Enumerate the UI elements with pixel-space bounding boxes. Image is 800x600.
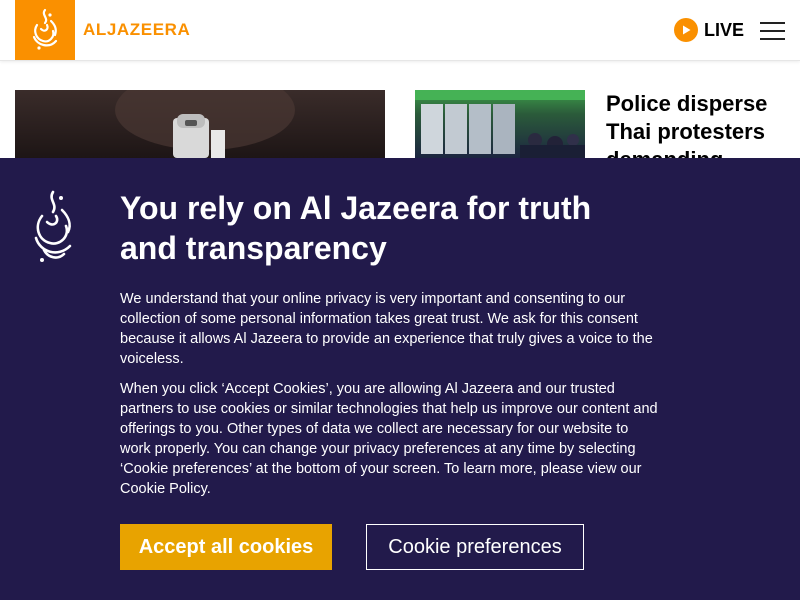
hamburger-menu-icon[interactable] (760, 20, 786, 40)
cookie-banner-paragraph-1: We understand that your online privacy i… (120, 291, 653, 367)
cookie-preferences-button[interactable]: Cookie preferences (366, 524, 584, 570)
cookie-banner-title: You rely on Al Jazeera for truth and tra… (120, 190, 592, 266)
live-button[interactable]: LIVE (674, 17, 744, 43)
logo-wordmark[interactable]: ALJAZEERA (83, 20, 190, 40)
play-icon (674, 18, 698, 42)
accept-all-cookies-button[interactable]: Accept all cookies (120, 524, 332, 570)
cookie-consent-banner: You rely on Al Jazeera for truth and tra… (0, 158, 800, 600)
aljazeera-logo-icon[interactable] (15, 0, 75, 60)
live-label: LIVE (704, 19, 745, 40)
cookie-banner-paragraph-2: When you click ‘Accept Cookies’, you are… (120, 381, 658, 497)
page: ALJAZEERA LIVE Police disperse Thai prot… (0, 0, 800, 600)
aljazeera-logo-icon (28, 188, 78, 268)
article-image-vaccine[interactable] (15, 90, 385, 158)
article-image-thai-protest[interactable] (415, 90, 585, 158)
site-header: ALJAZEERA LIVE (0, 0, 800, 61)
